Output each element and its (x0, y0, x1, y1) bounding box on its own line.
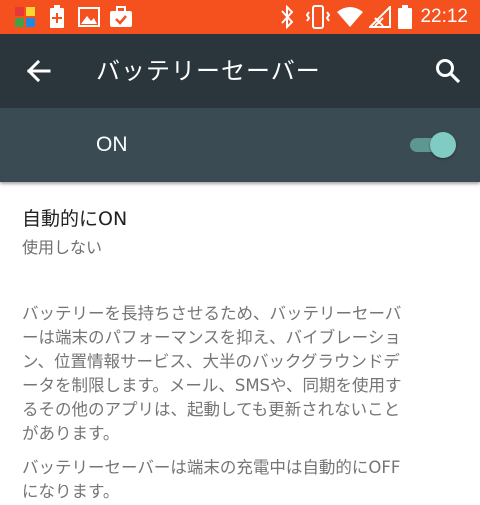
wifi-icon (336, 0, 364, 34)
arrow-left-icon (26, 59, 51, 83)
battery-plus-icon (46, 0, 68, 34)
master-switch-label: ON (96, 133, 128, 156)
battery-icon (396, 0, 414, 34)
status-time: 22:12 (420, 6, 468, 27)
page-title: バッテリーセーバー (96, 57, 321, 85)
bluetooth-icon (276, 0, 298, 34)
master-switch-bar[interactable]: ON (0, 108, 480, 182)
auto-on-setting[interactable]: 自動的にON 使用しない (0, 190, 480, 266)
back-button[interactable] (20, 53, 56, 89)
status-bar: 22:12 (0, 0, 480, 34)
no-signal-icon (368, 0, 392, 34)
search-button[interactable] (430, 53, 466, 89)
app-grid-icon (12, 0, 38, 34)
description-line: があります。 (22, 424, 120, 443)
briefcase-icon (108, 0, 134, 34)
description-line: になります。 (22, 482, 120, 501)
description-line: ータを制限します。メール、SMSや、同期を使用す (22, 376, 402, 395)
search-icon (436, 59, 461, 84)
description-line: バッテリーセーバーは端末の充電中は自動的にOFF (22, 458, 401, 477)
vibrate-icon (304, 0, 332, 34)
description-paragraph-1: バッテリーを長持ちさせるため、バッテリーセーバ ーは端末のパフォーマンスを抑え、… (22, 302, 466, 446)
auto-on-title: 自動的にON (22, 208, 128, 230)
description-paragraph-2: バッテリーセーバーは端末の充電中は自動的にOFF になります。 (22, 456, 466, 504)
toggle-thumb (430, 132, 456, 158)
app-bar: バッテリーセーバー (0, 34, 480, 108)
description-line: ン、位置情報サービス、大半のバックグラウンドデ (22, 352, 400, 371)
master-switch-toggle[interactable] (408, 130, 456, 160)
description-line: バッテリーを長持ちさせるため、バッテリーセーバ (22, 304, 402, 323)
description-line: るその他のアプリは、起動しても更新されないこと (22, 400, 401, 419)
description-line: ーは端末のパフォーマンスを抑え、バイブレーショ (22, 328, 401, 347)
auto-on-value: 使用しない (22, 238, 103, 257)
image-icon (76, 0, 102, 34)
